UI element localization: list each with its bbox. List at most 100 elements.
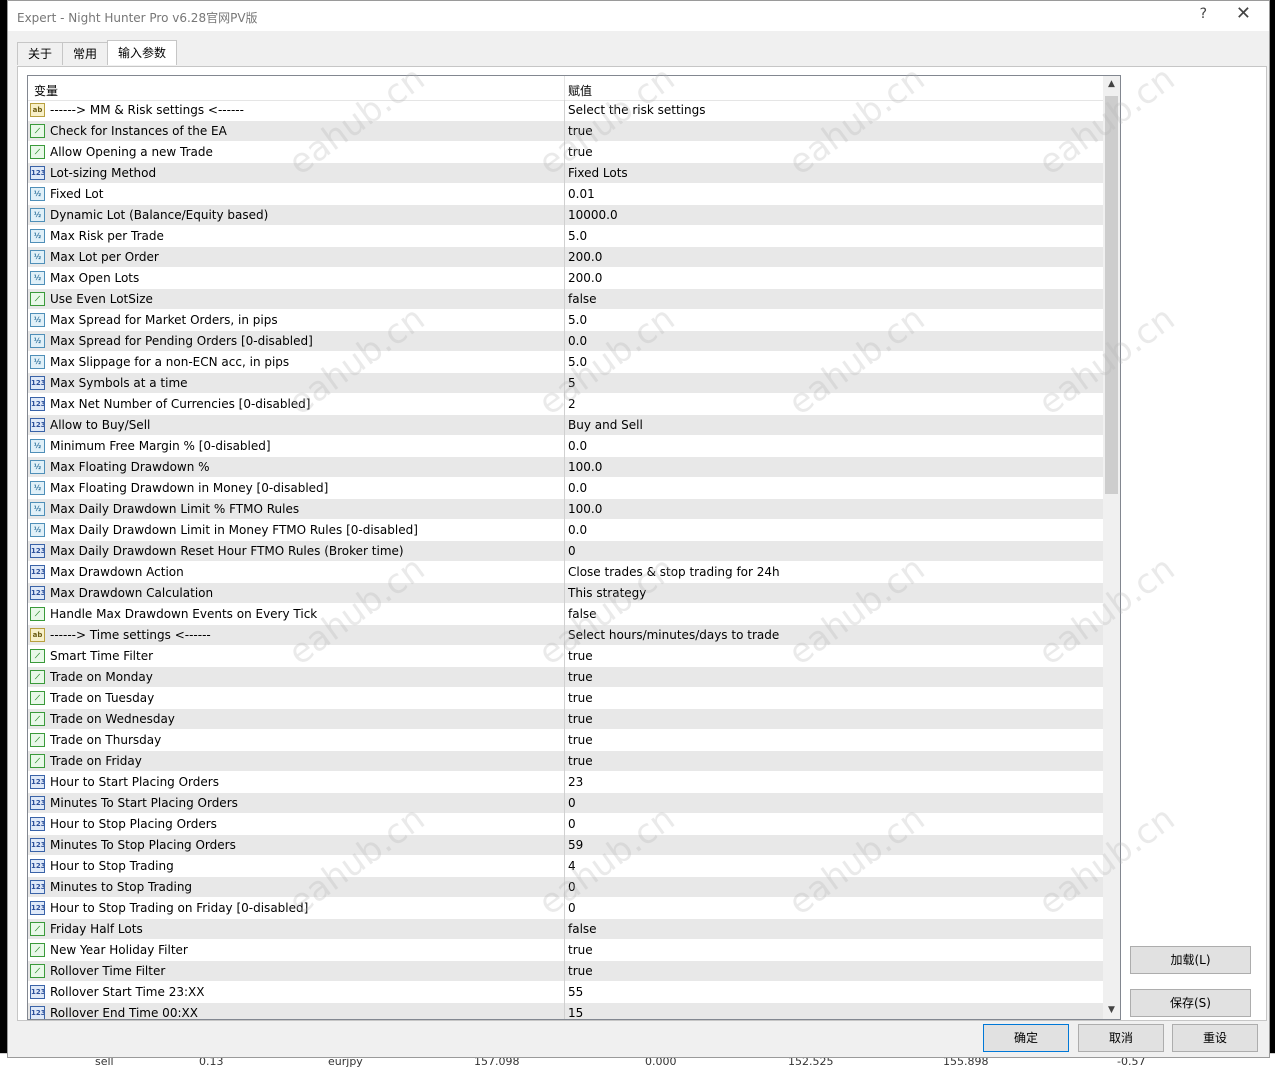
param-row[interactable]: ⟋ Trade on Monday true	[28, 667, 1104, 688]
param-row[interactable]: ½ Fixed Lot 0.01	[28, 184, 1104, 205]
param-value[interactable]: Fixed Lots	[568, 166, 628, 180]
param-row[interactable]: ½ Max Floating Drawdown in Money [0-disab…	[28, 478, 1104, 499]
param-value[interactable]: 0.0	[568, 334, 587, 348]
param-row[interactable]: ab ------> MM & Risk settings <------ Sele…	[28, 100, 1104, 121]
param-row[interactable]: ½ Max Slippage for a non-ECN acc, in pips…	[28, 352, 1104, 373]
param-row[interactable]: ½ Max Daily Drawdown Limit % FTMO Rules 10…	[28, 499, 1104, 520]
param-value[interactable]: 0	[568, 817, 576, 831]
param-value[interactable]: 5	[568, 376, 576, 390]
param-row[interactable]: 123 Max Net Number of Currencies [0-disab…	[28, 394, 1104, 415]
param-row[interactable]: ½ Max Risk per Trade 5.0	[28, 226, 1104, 247]
param-value[interactable]: true	[568, 691, 593, 705]
param-value[interactable]: true	[568, 733, 593, 747]
param-value[interactable]: 0	[568, 544, 576, 558]
param-value[interactable]: false	[568, 607, 597, 621]
param-row[interactable]: ½ Max Lot per Order 200.0	[28, 247, 1104, 268]
param-value[interactable]: 0.0	[568, 523, 587, 537]
param-value[interactable]: 100.0	[568, 502, 602, 516]
param-row[interactable]: ⟋ Trade on Thursday true	[28, 730, 1104, 751]
param-row[interactable]: 123 Minutes to Stop Trading 0	[28, 877, 1104, 898]
param-value[interactable]: false	[568, 922, 597, 936]
param-row[interactable]: ⟋ Trade on Friday true	[28, 751, 1104, 772]
param-row[interactable]: ½ Dynamic Lot (Balance/Equity based) 10000…	[28, 205, 1104, 226]
param-value[interactable]: 15	[568, 1006, 583, 1019]
param-value[interactable]: Select hours/minutes/days to trade	[568, 628, 779, 642]
save-button[interactable]: 保存(S)	[1130, 989, 1251, 1017]
param-row[interactable]: ⟋ Rollover Time Filter true	[28, 961, 1104, 982]
param-value[interactable]: true	[568, 670, 593, 684]
scroll-thumb[interactable]	[1105, 96, 1118, 494]
param-row[interactable]: 123 Allow to Buy/Sell Buy and Sell	[28, 415, 1104, 436]
param-value[interactable]: Close trades & stop trading for 24h	[568, 565, 780, 579]
scroll-up-icon[interactable]: ▲	[1103, 76, 1120, 93]
param-value[interactable]: 0.01	[568, 187, 595, 201]
param-value[interactable]: true	[568, 124, 593, 138]
tab-inputs[interactable]: 输入参数	[107, 40, 178, 65]
param-row[interactable]: 123 Hour to Start Placing Orders 23	[28, 772, 1104, 793]
param-row[interactable]: ⟋ Handle Max Drawdown Events on Every Tic…	[28, 604, 1104, 625]
param-row[interactable]: ½ Max Spread for Market Orders, in pips 5.…	[28, 310, 1104, 331]
close-button[interactable]: ✕	[1236, 3, 1251, 24]
param-value[interactable]: true	[568, 145, 593, 159]
param-row[interactable]: ⟋ Use Even LotSize false	[28, 289, 1104, 310]
param-value[interactable]: 5.0	[568, 355, 587, 369]
param-row[interactable]: 123 Lot-sizing Method Fixed Lots	[28, 163, 1104, 184]
param-value[interactable]: true	[568, 943, 593, 957]
param-value[interactable]: 200.0	[568, 271, 602, 285]
param-row[interactable]: 123 Max Daily Drawdown Reset Hour FTMO Ru…	[28, 541, 1104, 562]
param-value[interactable]: 0	[568, 796, 576, 810]
param-row[interactable]: ⟋ Smart Time Filter true	[28, 646, 1104, 667]
param-row[interactable]: ⟋ Allow Opening a new Trade true	[28, 142, 1104, 163]
param-row[interactable]: 123 Rollover End Time 00:XX 15	[28, 1003, 1104, 1019]
param-row[interactable]: ⟋ New Year Holiday Filter true	[28, 940, 1104, 961]
param-value[interactable]: 0	[568, 901, 576, 915]
column-divider[interactable]	[564, 76, 565, 100]
cancel-button[interactable]: 取消	[1078, 1024, 1164, 1052]
param-row[interactable]: 123 Minutes To Stop Placing Orders 59	[28, 835, 1104, 856]
param-row[interactable]: ½ Max Open Lots 200.0	[28, 268, 1104, 289]
param-value[interactable]: Buy and Sell	[568, 418, 643, 432]
param-row[interactable]: ⟋ Trade on Wednesday true	[28, 709, 1104, 730]
param-value[interactable]: 10000.0	[568, 208, 618, 222]
param-row[interactable]: 123 Hour to Stop Trading 4	[28, 856, 1104, 877]
column-header-value[interactable]: 赋值	[568, 82, 592, 99]
param-value[interactable]: 0.0	[568, 481, 587, 495]
param-value[interactable]: 59	[568, 838, 583, 852]
param-value[interactable]: true	[568, 649, 593, 663]
param-row[interactable]: 123 Max Drawdown Action Close trades & sto…	[28, 562, 1104, 583]
column-header-variable[interactable]: 变量	[34, 82, 58, 99]
param-value[interactable]: true	[568, 754, 593, 768]
param-value[interactable]: 23	[568, 775, 583, 789]
param-row[interactable]: 123 Max Symbols at a time 5	[28, 373, 1104, 394]
param-row[interactable]: 123 Rollover Start Time 23:XX 55	[28, 982, 1104, 1003]
param-value[interactable]: true	[568, 712, 593, 726]
param-value[interactable]: 4	[568, 859, 576, 873]
param-row[interactable]: ab ------> Time settings <------ Select ho…	[28, 625, 1104, 646]
param-row[interactable]: 123 Hour to Stop Trading on Friday [0-dis…	[28, 898, 1104, 919]
help-button[interactable]: ?	[1200, 6, 1207, 22]
param-value[interactable]: 5.0	[568, 313, 587, 327]
load-button[interactable]: 加载(L)	[1130, 946, 1251, 974]
param-value[interactable]: Select the risk settings	[568, 103, 705, 117]
param-value[interactable]: true	[568, 964, 593, 978]
param-row[interactable]: ½ Max Floating Drawdown % 100.0	[28, 457, 1104, 478]
param-value[interactable]: 0	[568, 880, 576, 894]
param-row[interactable]: 123 Minutes To Start Placing Orders 0	[28, 793, 1104, 814]
param-value[interactable]: 55	[568, 985, 583, 999]
param-row[interactable]: ⟋ Trade on Tuesday true	[28, 688, 1104, 709]
param-value[interactable]: This strategy	[568, 586, 646, 600]
reset-button[interactable]: 重设	[1172, 1024, 1258, 1052]
param-value[interactable]: 200.0	[568, 250, 602, 264]
param-value[interactable]: 5.0	[568, 229, 587, 243]
tab-common[interactable]: 常用	[62, 42, 109, 65]
param-value[interactable]: 100.0	[568, 460, 602, 474]
param-row[interactable]: ⟋ Friday Half Lots false	[28, 919, 1104, 940]
param-row[interactable]: ⟋ Check for Instances of the EA true	[28, 121, 1104, 142]
param-value[interactable]: 0.0	[568, 439, 587, 453]
param-row[interactable]: ½ Max Daily Drawdown Limit in Money FTMO …	[28, 520, 1104, 541]
param-row[interactable]: 123 Max Drawdown Calculation This strategy	[28, 583, 1104, 604]
param-row[interactable]: ½ Max Spread for Pending Orders [0-disabl…	[28, 331, 1104, 352]
param-row[interactable]: ½ Minimum Free Margin % [0-disabled] 0.0	[28, 436, 1104, 457]
param-value[interactable]: 2	[568, 397, 576, 411]
scroll-down-icon[interactable]: ▼	[1103, 1002, 1120, 1019]
